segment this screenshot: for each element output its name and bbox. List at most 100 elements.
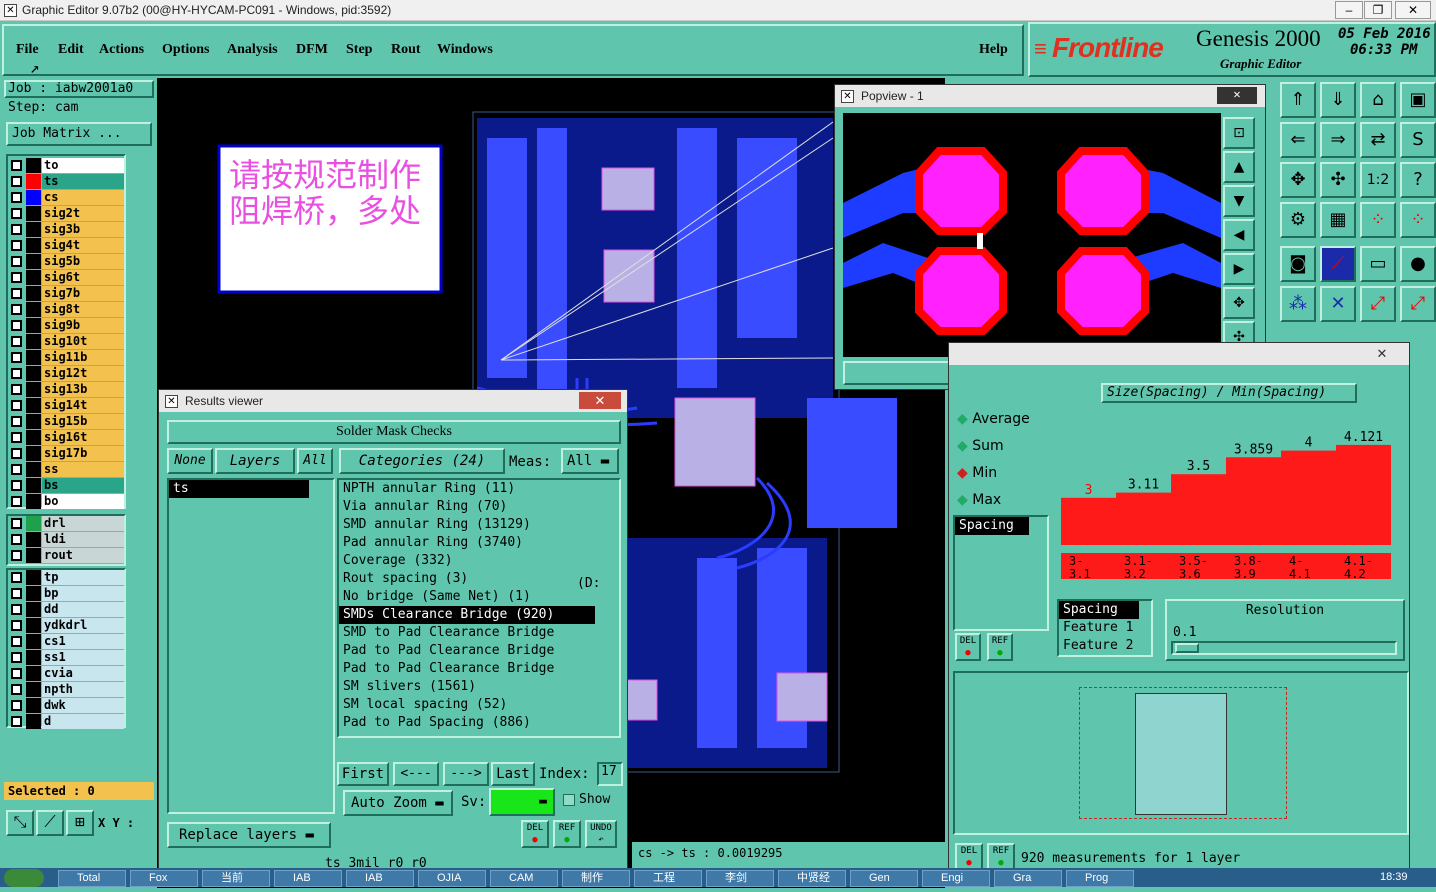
category-item[interactable]: SM local spacing (52) [339, 696, 619, 714]
layer-name[interactable]: sig11b [42, 350, 124, 365]
pv-fit-icon[interactable]: ✥ [1223, 287, 1255, 319]
layer-color-swatch[interactable] [26, 516, 41, 531]
layer-row[interactable]: sig9b [8, 318, 124, 333]
taskbar-item[interactable]: Gen [850, 870, 918, 887]
radio-diamond-icon[interactable]: ◆ [957, 411, 968, 427]
layer-color-swatch[interactable] [26, 286, 41, 301]
layer-row[interactable]: sig8t [8, 302, 124, 317]
layer-name[interactable]: sig3b [42, 222, 124, 237]
layer-name[interactable]: ydkdrl [42, 618, 124, 633]
layer-color-swatch[interactable] [26, 430, 41, 445]
layer-color-swatch[interactable] [26, 174, 41, 189]
layer-color-swatch[interactable] [26, 270, 41, 285]
layer-row[interactable]: sig17b [8, 446, 124, 461]
histo-field-feature2[interactable]: Feature 2 [1059, 637, 1151, 655]
tool-swap-icon[interactable]: ⇄ [1360, 122, 1396, 158]
menu-edit[interactable]: Edit [58, 42, 84, 58]
tool-select-icon[interactable]: ◙ [1280, 246, 1316, 282]
layer-name[interactable]: cvia [42, 666, 124, 681]
histogram-option-min[interactable]: ◆ Min [957, 465, 997, 481]
layer-checkbox[interactable] [11, 700, 22, 711]
all-button[interactable]: All [297, 448, 333, 474]
histo-del2-button[interactable]: DEL ● [955, 843, 983, 871]
pv-up-icon[interactable]: ▲ [1223, 151, 1255, 183]
misc-layer-row[interactable]: ss1 [8, 650, 124, 665]
tool-pad-icon[interactable]: ● [1400, 246, 1436, 282]
layer-name[interactable]: ldi [42, 532, 124, 547]
histo-ref2-button[interactable]: REF ● [987, 843, 1015, 871]
slider-thumb[interactable] [1175, 643, 1199, 653]
categories-button[interactable]: Categories (24) [339, 448, 505, 474]
pv-zoom-icon[interactable]: ⊡ [1223, 117, 1255, 149]
layer-checkbox[interactable] [11, 192, 22, 203]
tool-redraw-icon[interactable]: S [1400, 122, 1436, 158]
layer-row[interactable]: sig11b [8, 350, 124, 365]
layer-color-swatch[interactable] [26, 158, 41, 173]
layer-name[interactable]: sig8t [42, 302, 124, 317]
layer-color-swatch[interactable] [26, 634, 41, 649]
tool-measure-icon[interactable]: ⤢ [1360, 286, 1396, 322]
tool-window-icon[interactable]: ▣ [1400, 82, 1436, 118]
layer-name[interactable]: bp [42, 586, 124, 601]
tool-net-icon[interactable]: ⁂ [1280, 286, 1316, 322]
layer-name[interactable]: sig5b [42, 254, 124, 269]
layer-color-swatch[interactable] [26, 714, 41, 729]
misc-layer-row[interactable]: npth [8, 682, 124, 697]
taskbar-item[interactable]: Fox [130, 870, 198, 887]
layer-color-swatch[interactable] [26, 206, 41, 221]
layer-name[interactable]: sig16t [42, 430, 124, 445]
layer-name[interactable]: d [42, 714, 124, 729]
layer-row[interactable]: sig5b [8, 254, 124, 269]
drill-layer-row[interactable]: drl [8, 516, 124, 531]
layer-results-list[interactable]: ts [167, 478, 335, 814]
layer-checkbox[interactable] [11, 256, 22, 267]
measure-icon[interactable]: ⟋ [36, 810, 64, 836]
taskbar-item[interactable]: IAB [346, 870, 414, 887]
menu-step[interactable]: Step [346, 42, 372, 58]
menu-rout[interactable]: Rout [391, 42, 421, 58]
layer-color-swatch[interactable] [26, 602, 41, 617]
taskbar-item[interactable]: Gra [994, 870, 1062, 887]
misc-layer-row[interactable]: cs1 [8, 634, 124, 649]
resolution-slider[interactable] [1171, 641, 1397, 655]
layer-checkbox[interactable] [11, 400, 22, 411]
layer-color-swatch[interactable] [26, 398, 41, 413]
del-button[interactable]: DEL ● [521, 820, 549, 848]
layer-row[interactable]: sig3b [8, 222, 124, 237]
layer-checkbox[interactable] [11, 320, 22, 331]
layer-color-swatch[interactable] [26, 190, 41, 205]
menu-dfm[interactable]: DFM [296, 42, 328, 58]
results-close-button[interactable]: ✕ [579, 392, 621, 409]
layer-color-swatch[interactable] [26, 532, 41, 547]
layer-row[interactable]: sig2t [8, 206, 124, 221]
layer-row[interactable]: sig13b [8, 382, 124, 397]
layer-color-swatch[interactable] [26, 302, 41, 317]
show-checkbox[interactable] [563, 794, 575, 806]
layer-checkbox[interactable] [11, 518, 22, 529]
prev-button[interactable]: <--- [393, 762, 439, 786]
category-item[interactable]: Pad annular Ring (3740) [339, 534, 619, 552]
layer-checkbox[interactable] [11, 208, 22, 219]
layer-row[interactable]: sig12t [8, 366, 124, 381]
layer-name[interactable]: npth [42, 682, 124, 697]
menu-analysis[interactable]: Analysis [227, 42, 278, 58]
pv-left-icon[interactable]: ◀ [1223, 219, 1255, 251]
layer-row[interactable]: sig6t [8, 270, 124, 285]
histogram-option-max[interactable]: ◆ Max [957, 492, 1001, 508]
layer-row[interactable]: sig14t [8, 398, 124, 413]
layer-row[interactable]: sig15b [8, 414, 124, 429]
layer-row[interactable]: sig7b [8, 286, 124, 301]
drill-layer-row[interactable]: ldi [8, 532, 124, 547]
meas-select[interactable]: All ▬ [561, 448, 619, 474]
layers-button[interactable]: Layers [215, 448, 295, 474]
layer-color-swatch[interactable] [26, 650, 41, 665]
layer-color-swatch[interactable] [26, 446, 41, 461]
layer-name[interactable]: ss [42, 462, 124, 477]
layer-checkbox[interactable] [11, 336, 22, 347]
layer-checkbox[interactable] [11, 620, 22, 631]
tool-tools-icon[interactable]: ⚙ [1280, 202, 1316, 238]
layer-color-swatch[interactable] [26, 414, 41, 429]
layer-color-swatch[interactable] [26, 350, 41, 365]
layer-name[interactable]: rout [42, 548, 124, 563]
layer-checkbox[interactable] [11, 684, 22, 695]
